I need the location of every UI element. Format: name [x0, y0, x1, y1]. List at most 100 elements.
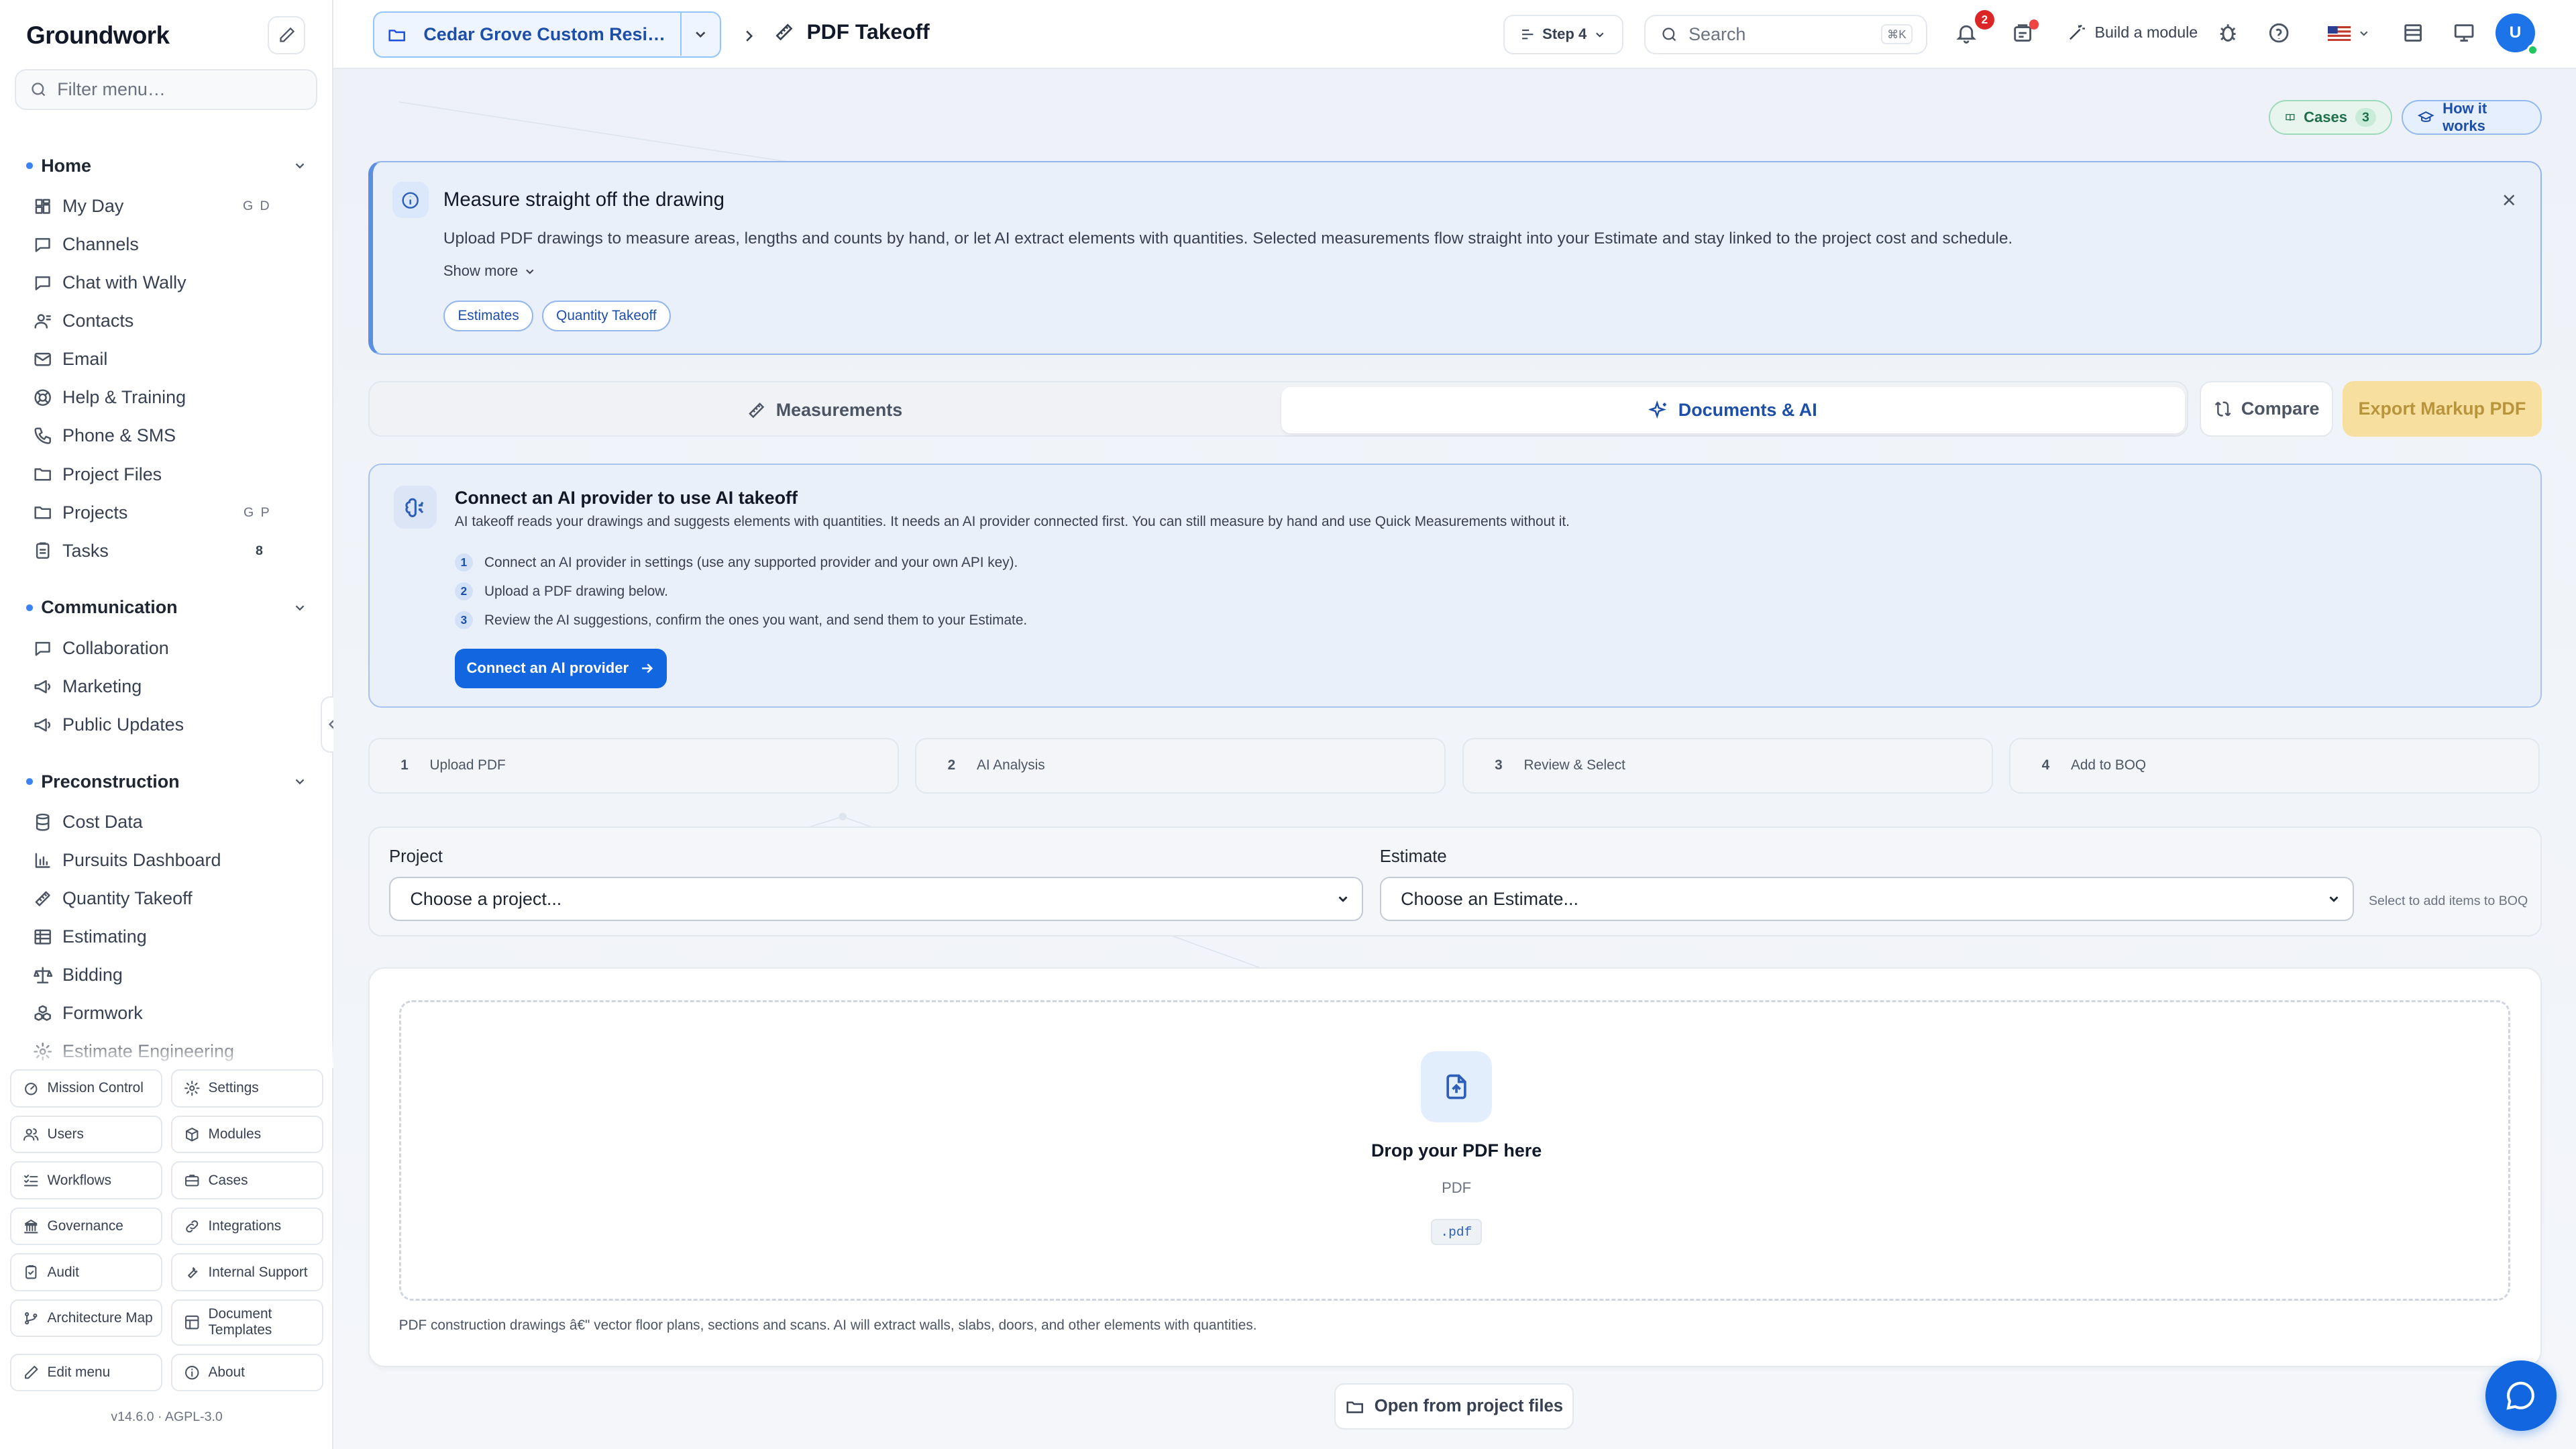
sidebar-item-collaboration[interactable]: Collaboration [0, 629, 333, 667]
language-selector[interactable] [2328, 26, 2371, 42]
cases-button[interactable]: Cases 3 [2269, 100, 2392, 135]
search-input[interactable] [1688, 23, 1870, 45]
stepper-step-label: Add to BOQ [2070, 757, 2147, 773]
quick-link-settings[interactable]: Settings [170, 1069, 324, 1108]
chip-estimates[interactable]: Estimates [443, 300, 534, 332]
contacts-icon [33, 311, 52, 331]
section-dot [26, 162, 33, 170]
open-project-files-button[interactable]: Open from project files [1334, 1383, 1574, 1430]
quick-link-users[interactable]: Users [9, 1115, 163, 1154]
quick-link-edit-menu[interactable]: Edit menu [9, 1353, 163, 1392]
edit-sidebar-button[interactable] [268, 16, 306, 54]
link-icon [184, 1218, 200, 1234]
quick-link-label: Cases [208, 1172, 248, 1188]
ai-step: 1 Connect an AI provider in settings (use… [454, 548, 1027, 577]
project-select[interactable]: Choose a project... [388, 877, 1364, 922]
sidebar-item-public-updates[interactable]: Public Updates [0, 706, 333, 744]
close-icon[interactable] [2501, 185, 2517, 215]
layout-list-icon[interactable] [2402, 21, 2426, 46]
open-project-files-label: Open from project files [1374, 1396, 1564, 1415]
sidebar-item-label: Contacts [62, 311, 134, 331]
quick-link-internal-support[interactable]: Internal Support [170, 1253, 324, 1291]
quick-link-integrations[interactable]: Integrations [170, 1207, 324, 1246]
stepper-step-4[interactable]: 4 Add to BOQ [2009, 737, 2540, 794]
tab-measurements[interactable]: Measurements [374, 387, 1275, 433]
bug-icon[interactable] [2216, 21, 2241, 46]
sidebar-section-communication[interactable]: Communication [0, 586, 333, 629]
sidebar-item-contacts[interactable]: Contacts [0, 302, 333, 340]
help-icon[interactable] [2267, 21, 2292, 46]
quick-link-label: Workflows [47, 1172, 112, 1188]
sidebar-item-channels[interactable]: Channels [0, 225, 333, 264]
sidebar-item-shortcut: G D [242, 199, 272, 214]
sidebar-item-chat-with-wally[interactable]: Chat with Wally [0, 264, 333, 302]
filter-menu-input[interactable] [57, 78, 304, 100]
project-switcher[interactable]: Cedar Grove Custom Reside… [372, 11, 722, 58]
sidebar-item-estimating[interactable]: Estimating [0, 918, 333, 956]
stepper-step-3[interactable]: 3 Review & Select [1462, 737, 1993, 794]
compare-arrows-icon [2215, 401, 2231, 417]
quick-link-cases[interactable]: Cases [170, 1161, 324, 1199]
sidebar-item-email[interactable]: Email [0, 340, 333, 378]
how-it-works-button[interactable]: How it works [2402, 100, 2542, 135]
compare-button[interactable]: Compare [2200, 381, 2333, 437]
quick-link-label: About [208, 1364, 245, 1380]
pdf-dropzone[interactable]: Drop your PDF here PDF .pdf [398, 1000, 2510, 1301]
info-chips: Estimates Quantity Takeoff [443, 300, 672, 332]
quick-link-architecture-map[interactable]: Architecture Map [9, 1299, 163, 1338]
quick-link-modules[interactable]: Modules [170, 1115, 324, 1154]
tab-documents-ai[interactable]: Documents & AI [1281, 387, 2185, 434]
quick-link-governance[interactable]: Governance [9, 1207, 163, 1246]
users-icon [23, 1126, 39, 1142]
phone-icon [33, 426, 52, 445]
sidebar-item-pursuits-dashboard[interactable]: Pursuits Dashboard [0, 841, 333, 879]
section-dot [26, 604, 33, 611]
quick-link-document-templates[interactable]: Document Templates [170, 1299, 324, 1346]
chevron-down-icon[interactable] [680, 13, 720, 56]
sidebar-item-marketing[interactable]: Marketing [0, 667, 333, 706]
show-more-button[interactable]: Show more [443, 262, 536, 280]
pencil-icon [23, 1364, 39, 1381]
sidebar-item-project-files[interactable]: Project Files [0, 455, 333, 494]
stepper-step-1[interactable]: 1 Upload PDF [368, 737, 899, 794]
brand-logo[interactable]: Groundwork [26, 21, 170, 50]
how-it-works-label: How it works [2443, 100, 2487, 135]
quick-link-workflows[interactable]: Workflows [9, 1161, 163, 1199]
sidebar-section-preconstruction[interactable]: Preconstruction [0, 760, 333, 803]
sidebar-nav: Home My Day G D Channels Chat with Wally Cont… [0, 145, 333, 1065]
chat-fab[interactable] [2485, 1360, 2557, 1432]
sidebar-item-tasks[interactable]: Tasks 8 [0, 532, 333, 570]
sidebar-item-projects[interactable]: Projects G P [0, 494, 333, 532]
alert-dot [2029, 19, 2039, 30]
wrench-icon [184, 1264, 200, 1280]
chevron-down-icon[interactable] [292, 600, 307, 615]
sidebar-item-formwork[interactable]: Formwork [0, 994, 333, 1032]
step-selector[interactable]: Step 4 [1503, 15, 1623, 54]
export-markup-pdf-button[interactable]: Export Markup PDF [2343, 381, 2542, 437]
build-module-button[interactable]: Build a module [2067, 23, 2198, 42]
sidebar-item-cost-data[interactable]: Cost Data [0, 803, 333, 841]
connect-ai-provider-button[interactable]: Connect an AI provider [454, 648, 667, 688]
sidebar-item-my-day[interactable]: My Day G D [0, 187, 333, 225]
estimate-select[interactable]: Choose an Estimate... [1379, 877, 2354, 922]
info-icon [184, 1364, 200, 1381]
chip-quantity-takeoff[interactable]: Quantity Takeoff [541, 300, 672, 332]
chat-icon [33, 639, 52, 658]
sidebar-item-phone-sms[interactable]: Phone & SMS [0, 417, 333, 455]
sidebar-item-help-training[interactable]: Help & Training [0, 378, 333, 417]
sidebar-section-home[interactable]: Home [0, 145, 333, 188]
monitor-icon[interactable] [2453, 21, 2477, 46]
chevron-down-icon[interactable] [292, 774, 307, 789]
workflow-stepper: 1 Upload PDF 2 AI Analysis 3 Review & Select 4… [368, 737, 2542, 794]
chevron-down-icon[interactable] [292, 158, 307, 173]
sidebar-item-quantity-takeoff[interactable]: Quantity Takeoff [0, 879, 333, 918]
quick-link-audit[interactable]: Audit [9, 1253, 163, 1291]
quick-link-mission-control[interactable]: Mission Control [9, 1069, 163, 1108]
sidebar-item-bidding[interactable]: Bidding [0, 956, 333, 994]
stepper-step-2[interactable]: 2 AI Analysis [915, 737, 1446, 794]
mail-icon [33, 350, 52, 369]
sparkles-icon [1648, 400, 1666, 419]
quick-link-about[interactable]: About [170, 1353, 324, 1392]
sidebar-item-label: Estimating [62, 926, 147, 947]
